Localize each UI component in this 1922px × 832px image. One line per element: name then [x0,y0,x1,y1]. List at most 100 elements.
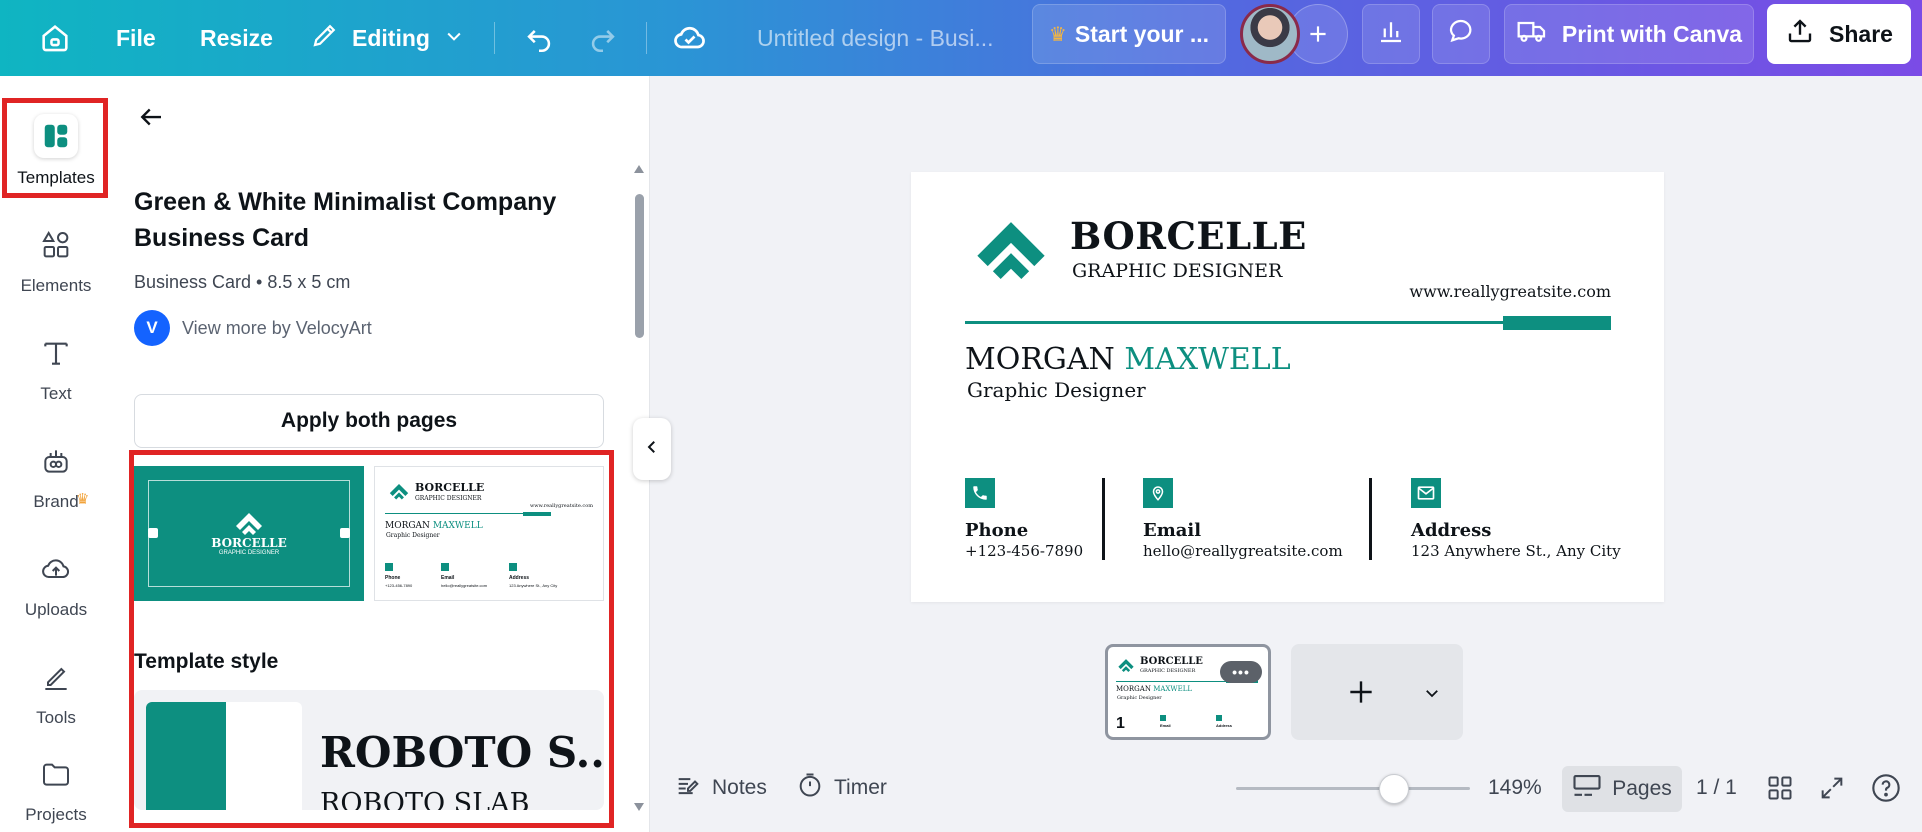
card-job-title[interactable]: Graphic Designer [967,378,1146,402]
pen-tool-icon [40,661,72,698]
page-counter: 1 / 1 [1696,768,1737,808]
collapse-panel-button[interactable] [633,418,671,480]
fullscreen-icon[interactable] [1818,768,1846,808]
card-accent-bar[interactable] [1503,316,1611,330]
thumb-contact-label: Address [509,575,530,581]
undo-icon[interactable] [522,0,556,76]
first-name: MORGAN [965,342,1115,377]
editing-mode-dropdown[interactable]: Editing [310,0,464,76]
back-arrow-icon[interactable] [136,102,166,137]
crown-icon: ♛ [1048,23,1067,46]
apply-both-pages-button[interactable]: Apply both pages [134,394,604,448]
sidebar-item-label: Projects [25,805,87,824]
notes-button[interactable]: Notes [674,768,767,808]
style-font-body: ROBOTO SLAB [320,788,530,810]
comments-button[interactable] [1432,4,1490,64]
borcelle-logo-icon[interactable] [967,214,1055,282]
template-page-thumbnail-front[interactable]: BORCELLE GRAPHIC DESIGNER [134,466,364,601]
notes-label: Notes [712,776,767,799]
editing-label: Editing [352,24,430,51]
zoom-level[interactable]: 149% [1488,768,1542,808]
print-with-canva-button[interactable]: Print with Canva [1504,4,1754,64]
scroll-up-icon[interactable] [633,164,645,174]
scrollbar-thumb[interactable] [635,194,644,338]
zoom-slider-thumb[interactable] [1379,774,1409,804]
timer-button[interactable]: Timer [796,768,887,808]
redo-icon[interactable] [586,0,620,76]
document-title-text: Untitled design - Busi... [757,24,994,51]
start-trial-button[interactable]: ♛ Start your ... [1032,4,1226,64]
shapes-icon [40,229,72,266]
contact-value-phone[interactable]: +123-456-7890 [965,542,1083,560]
home-icon[interactable] [38,0,72,76]
template-page-thumbnail-back[interactable]: BORCELLE GRAPHIC DESIGNER www.reallygrea… [374,466,604,601]
sidebar-item-elements[interactable]: Elements [0,208,112,304]
grid-view-icon[interactable] [1766,768,1794,808]
more-options-icon[interactable]: ••• [1220,661,1262,683]
contact-value-email[interactable]: hello@reallygreatsite.com [1143,542,1343,560]
thumb-contact-value: hello@reallygreatsite.com [441,583,488,588]
toolbar-divider [646,22,647,54]
borcelle-logo-icon [236,513,262,535]
sidebar-item-uploads[interactable]: Uploads [0,532,112,628]
sidebar-item-brand[interactable]: Brand [0,424,112,520]
page-counter-text: 1 / 1 [1696,776,1737,799]
contact-value-address[interactable]: 123 Anywhere St., Any City [1411,542,1621,560]
bar-chart-icon [1376,16,1406,52]
thumb-contact-label: Email [441,575,455,581]
card-person-name[interactable]: MORGAN MAXWELL [965,342,1291,377]
template-title: Green & White Minimalist Company Busines… [134,188,557,252]
pages-icon [1572,773,1602,805]
file-menu[interactable]: File [116,0,156,76]
zoom-slider-track[interactable] [1236,787,1470,790]
sidebar-item-tools[interactable]: Tools [0,640,112,736]
document-title[interactable]: Untitled design - Busi... [757,0,994,76]
templates-panel: Green & White Minimalist Company Busines… [112,76,650,832]
template-meta: Business Card • 8.5 x 5 cm [134,272,351,292]
card-subtitle[interactable]: GRAPHIC DESIGNER [1072,260,1282,282]
page-thumbnail[interactable]: BORCELLE GRAPHIC DESIGNER MORGAN MAXWELL… [1105,644,1271,740]
sidebar-item-text[interactable]: Text [0,316,112,412]
thumb-job: Graphic Designer [386,532,440,539]
thumb-name: MORGAN MAXWELL [1116,685,1192,693]
help-icon[interactable] [1870,768,1902,808]
resize-button[interactable]: Resize [200,0,273,76]
borcelle-logo-icon [389,483,409,500]
folder-icon [40,758,72,795]
card-brand[interactable]: BORCELLE [1070,214,1307,258]
contact-label-address[interactable]: Address [1411,520,1491,541]
location-pin-icon[interactable] [1143,478,1173,508]
contact-divider[interactable] [1369,478,1372,560]
share-button[interactable]: Share [1767,4,1911,64]
sidebar-item-label: Uploads [24,600,88,619]
template-style-card[interactable]: ROBOTO S... ROBOTO SLAB [134,690,604,810]
panel-scrollbar[interactable] [632,164,646,814]
card-divider-line[interactable] [965,321,1505,324]
add-page-button[interactable] [1291,644,1463,740]
text-t-icon [40,337,72,374]
plus-icon [1345,676,1377,713]
scroll-down-icon[interactable] [633,802,645,812]
card-website[interactable]: www.reallygreatsite.com [1409,282,1611,301]
contact-divider[interactable] [1102,478,1105,560]
resize-label: Resize [200,24,273,51]
author-link[interactable]: V View more by VelocyArt [134,310,372,346]
design-canvas-page[interactable]: BORCELLE GRAPHIC DESIGNER www.reallygrea… [911,172,1664,602]
thumb-sub: GRAPHIC DESIGNER [415,495,482,502]
phone-icon[interactable] [965,478,995,508]
file-label: File [116,24,156,51]
pages-button[interactable]: Pages [1562,766,1682,812]
cloud-saved-icon[interactable] [672,0,708,76]
contact-label-email[interactable]: Email [1143,520,1201,541]
thumb-brand: BORCELLE [211,536,287,550]
zoom-level-text: 149% [1488,776,1542,799]
pencil-icon [310,20,340,56]
upload-share-icon [1785,16,1815,52]
color-swatch [146,702,302,810]
chevron-down-icon[interactable] [1423,684,1441,707]
mail-icon[interactable] [1411,478,1441,508]
sidebar-item-projects[interactable]: Projects [0,748,112,832]
insights-button[interactable] [1362,4,1420,64]
avatar[interactable] [1240,4,1300,64]
contact-label-phone[interactable]: Phone [965,520,1028,541]
